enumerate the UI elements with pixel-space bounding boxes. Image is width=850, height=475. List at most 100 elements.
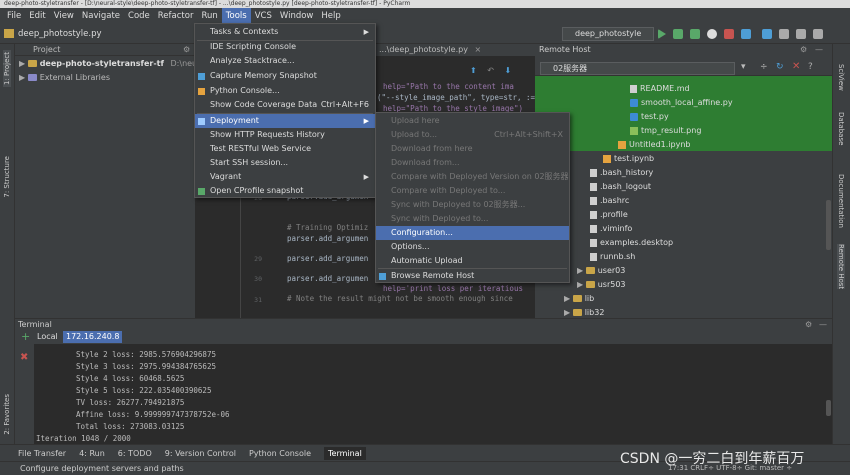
menu-item-cprofile[interactable]: Open CProfile snapshot <box>195 184 375 198</box>
expand-arrow-icon[interactable]: ▶ <box>564 308 573 317</box>
remote-file-item[interactable]: .profile <box>590 208 628 222</box>
remote-file-item[interactable]: ▶ lib32 <box>564 306 604 320</box>
menu-code[interactable]: Code <box>124 8 154 24</box>
menu-item-ssh[interactable]: Start SSH session... <box>195 156 375 170</box>
menu-item-automatic-upload[interactable]: Automatic Upload <box>376 254 569 268</box>
help-icon[interactable]: ? <box>808 62 813 72</box>
terminal-tab-local[interactable]: Local <box>37 330 58 344</box>
sync-icon[interactable] <box>741 29 751 39</box>
menu-item-upload-to[interactable]: Upload to... Ctrl+Alt+Shift+X <box>376 128 569 142</box>
documentation-tool-tab[interactable]: Documentation <box>837 174 845 228</box>
remote-file-item[interactable]: ▶ user03 <box>577 264 625 278</box>
tree-root[interactable]: ▶ deep-photo-styletransfer-tf D:\neural <box>19 58 208 70</box>
menu-item-configuration[interactable]: Configuration... <box>376 226 569 240</box>
remote-file-item[interactable]: .bashrc <box>590 194 629 208</box>
run-config-select[interactable]: deep_photostyle <box>562 27 654 41</box>
revert-icon[interactable]: ↶ <box>487 66 494 75</box>
menu-item-download-from[interactable]: Download from... <box>376 156 569 170</box>
remote-file-item[interactable]: test.ipynb <box>603 152 654 166</box>
collapse-icon[interactable]: ÷ <box>760 62 768 72</box>
menu-window[interactable]: Window <box>276 8 318 24</box>
menu-item-tasks[interactable]: Tasks & Contexts ▶ <box>195 25 375 39</box>
add-icon[interactable]: + <box>21 330 30 344</box>
remote-server-select[interactable]: 02服务器 <box>540 62 735 75</box>
remote-scrollbar[interactable] <box>826 200 831 250</box>
remote-file-item[interactable]: .bash_logout <box>590 180 651 194</box>
gear-icon[interactable]: ⚙ <box>800 44 807 56</box>
menu-navigate[interactable]: Navigate <box>78 8 124 24</box>
remote-file-item[interactable]: ▶ lib <box>564 292 594 306</box>
menu-item-deployment[interactable]: Deployment ▶ <box>195 114 375 128</box>
tab-python-console[interactable]: Python Console <box>249 449 311 458</box>
menu-item-sync-02[interactable]: Sync with Deployed to 02服务器... <box>376 198 569 212</box>
menu-item-http-history[interactable]: Show HTTP Requests History <box>195 128 375 142</box>
menu-view[interactable]: View <box>50 8 78 24</box>
tab-run[interactable]: 4: Run <box>79 449 105 458</box>
tab-version-control[interactable]: 9: Version Control <box>165 449 236 458</box>
menu-item-capture-memory[interactable]: Capture Memory Snapshot <box>195 69 375 83</box>
database-tool-tab[interactable]: Database <box>837 112 845 145</box>
menu-run[interactable]: Run <box>197 8 221 24</box>
menu-tools[interactable]: Tools <box>221 8 251 24</box>
menu-item-python-console[interactable]: Python Console... <box>195 84 375 98</box>
folder-icon[interactable] <box>4 29 14 38</box>
remote-file-item[interactable]: .viminfo <box>590 222 632 236</box>
close-session-icon[interactable]: ✖ <box>20 352 28 363</box>
menu-item-browse-remote[interactable]: Browse Remote Host <box>376 269 569 283</box>
terminal-output[interactable]: Style 2 loss: 2985.576904296875 Style 3 … <box>34 344 824 444</box>
menu-refactor[interactable]: Refactor <box>154 8 198 24</box>
tab-todo[interactable]: 6: TODO <box>118 449 152 458</box>
remote-file-item[interactable]: .bash_history <box>590 166 653 180</box>
remote-file-item[interactable]: tmp_result.png <box>630 124 701 138</box>
menu-help[interactable]: Help <box>317 8 344 24</box>
redo-icon[interactable] <box>813 29 823 39</box>
coverage-icon[interactable] <box>690 29 700 39</box>
menu-item-restful[interactable]: Test RESTful Web Service <box>195 142 375 156</box>
terminal-tab-remote[interactable]: 172.16.240.8 <box>63 331 123 343</box>
terminal-scrollbar[interactable] <box>826 400 831 416</box>
profile-icon[interactable] <box>707 29 717 39</box>
remote-file-item[interactable]: examples.desktop <box>590 236 673 250</box>
favorites-tool-tab[interactable]: 2: Favorites <box>3 394 11 435</box>
menu-item-sync-deployed[interactable]: Sync with Deployed to... <box>376 212 569 226</box>
remote-file-item[interactable]: Untitled1.ipynb <box>618 138 690 152</box>
menu-item-compare-deployed[interactable]: Compare with Deployed to... <box>376 184 569 198</box>
menu-item-options[interactable]: Options... <box>376 240 569 254</box>
menu-file[interactable]: File <box>3 8 25 24</box>
expand-arrow-icon[interactable]: ▶ <box>564 294 573 303</box>
remote-host-tool-tab[interactable]: Remote Host <box>837 244 845 290</box>
remote-file-item[interactable]: smooth_local_affine.py <box>630 96 733 110</box>
menu-edit[interactable]: Edit <box>25 8 49 24</box>
download-icon[interactable]: ⬇ <box>505 66 512 75</box>
close-icon[interactable]: ✕ <box>792 61 800 72</box>
tab-terminal[interactable]: Terminal <box>324 446 366 460</box>
menu-item-download-here[interactable]: Download from here <box>376 142 569 156</box>
build-icon[interactable] <box>762 29 772 39</box>
expand-arrow-icon[interactable]: ▶ <box>577 280 586 289</box>
undo-icon[interactable] <box>796 29 806 39</box>
run-icon[interactable] <box>658 29 666 39</box>
settings-icon[interactable] <box>779 29 789 39</box>
hide-panel-icon[interactable]: — <box>815 44 823 56</box>
tree-external-libraries[interactable]: ▶ External Libraries <box>19 72 110 84</box>
remote-file-item[interactable]: ▶ usr503 <box>577 278 626 292</box>
menu-item-code-coverage[interactable]: Show Code Coverage Data Ctrl+Alt+F6 <box>195 98 375 112</box>
chevron-down-icon[interactable]: ▾ <box>741 62 746 72</box>
project-tool-tab[interactable]: 1: Project <box>3 50 11 87</box>
tab-file-transfer[interactable]: File Transfer <box>18 449 66 458</box>
sciview-tool-tab[interactable]: SciView <box>837 64 845 91</box>
gear-icon[interactable]: ⚙ <box>183 44 190 56</box>
stop-icon[interactable] <box>724 29 734 39</box>
remote-file-item[interactable]: runnb.sh <box>590 250 635 264</box>
menu-item-ide-scripting[interactable]: IDE Scripting Console <box>195 40 375 54</box>
remote-file-item[interactable]: README.md <box>630 82 690 96</box>
expand-arrow-icon[interactable]: ▶ <box>577 266 586 275</box>
breadcrumb[interactable]: deep_photostyle.py <box>18 27 102 41</box>
menu-vcs[interactable]: VCS <box>251 8 276 24</box>
close-tab-icon[interactable]: × <box>474 45 481 54</box>
refresh-icon[interactable]: ↻ <box>776 62 784 72</box>
menu-item-upload-here[interactable]: Upload here <box>376 114 569 128</box>
editor-tab[interactable]: ...\deep_photostyle.py × <box>375 44 535 56</box>
menu-item-vagrant[interactable]: Vagrant ▶ <box>195 170 375 184</box>
remote-file-item[interactable]: test.py <box>630 110 669 124</box>
